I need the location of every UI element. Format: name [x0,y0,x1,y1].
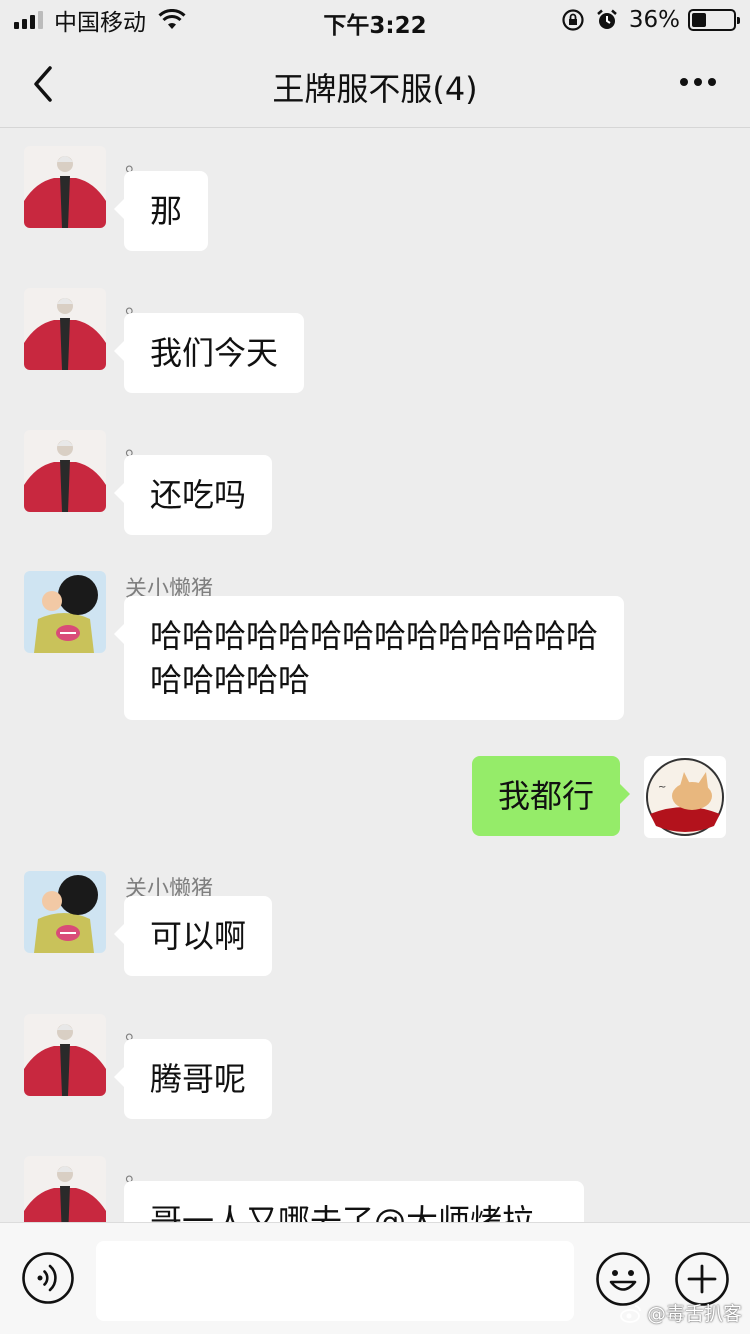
avatar-cartoon-boy[interactable] [24,571,106,653]
avatar-cartoon-boy[interactable] [24,871,106,953]
rotation-lock-icon [562,9,584,31]
message-bubble[interactable]: 可以啊 [113,896,273,976]
battery-icon [688,9,740,31]
message-bubble[interactable]: 腾哥呢 [113,1039,273,1119]
avatar-red-robe[interactable] [24,1014,106,1096]
message-bubble[interactable]: 我们今天 [113,313,305,393]
message-bubble[interactable]: 那 [113,171,209,251]
watermark-text: @毒舌扒客 [646,1303,742,1325]
nav-bar: 王牌服不服(4) [0,40,750,128]
message-bubble[interactable]: 我都行 [471,756,631,836]
watermark: @毒舌扒客 [619,1299,742,1326]
chat-title: 王牌服不服(4) [272,70,478,108]
svg-text:~: ~ [658,782,666,793]
voice-icon[interactable] [21,1251,75,1305]
more-dots-icon[interactable] [674,78,716,86]
battery-percent: 36% [628,7,680,33]
message-input[interactable] [96,1241,574,1321]
weibo-icon [620,1304,641,1323]
avatar-red-robe[interactable] [24,146,106,228]
avatar-red-robe[interactable] [24,430,106,512]
message-bubble[interactable]: 哥一人又哪去了@大师烤拉 [124,1181,584,1222]
status-bar: 中国移动 下午3:22 36% [0,0,750,40]
alarm-icon [597,9,617,29]
message-bubble[interactable]: 哈哈哈哈哈哈哈哈哈哈哈哈哈哈哈哈哈哈哈 [114,596,624,720]
message-bubble[interactable]: 还吃吗 [113,455,273,535]
avatar-red-robe[interactable] [24,1156,106,1222]
status-right: 36% [561,6,740,34]
avatar-cat[interactable]: ~ [644,756,726,838]
avatar-red-robe[interactable] [24,288,106,370]
chat-list[interactable]: 。 那 。 我们今天 。 还吃吗 关小懒猪 哈哈哈哈哈哈哈哈哈哈哈哈哈哈哈哈哈哈… [0,128,750,1222]
input-bar: @毒舌扒客 [0,1222,750,1334]
